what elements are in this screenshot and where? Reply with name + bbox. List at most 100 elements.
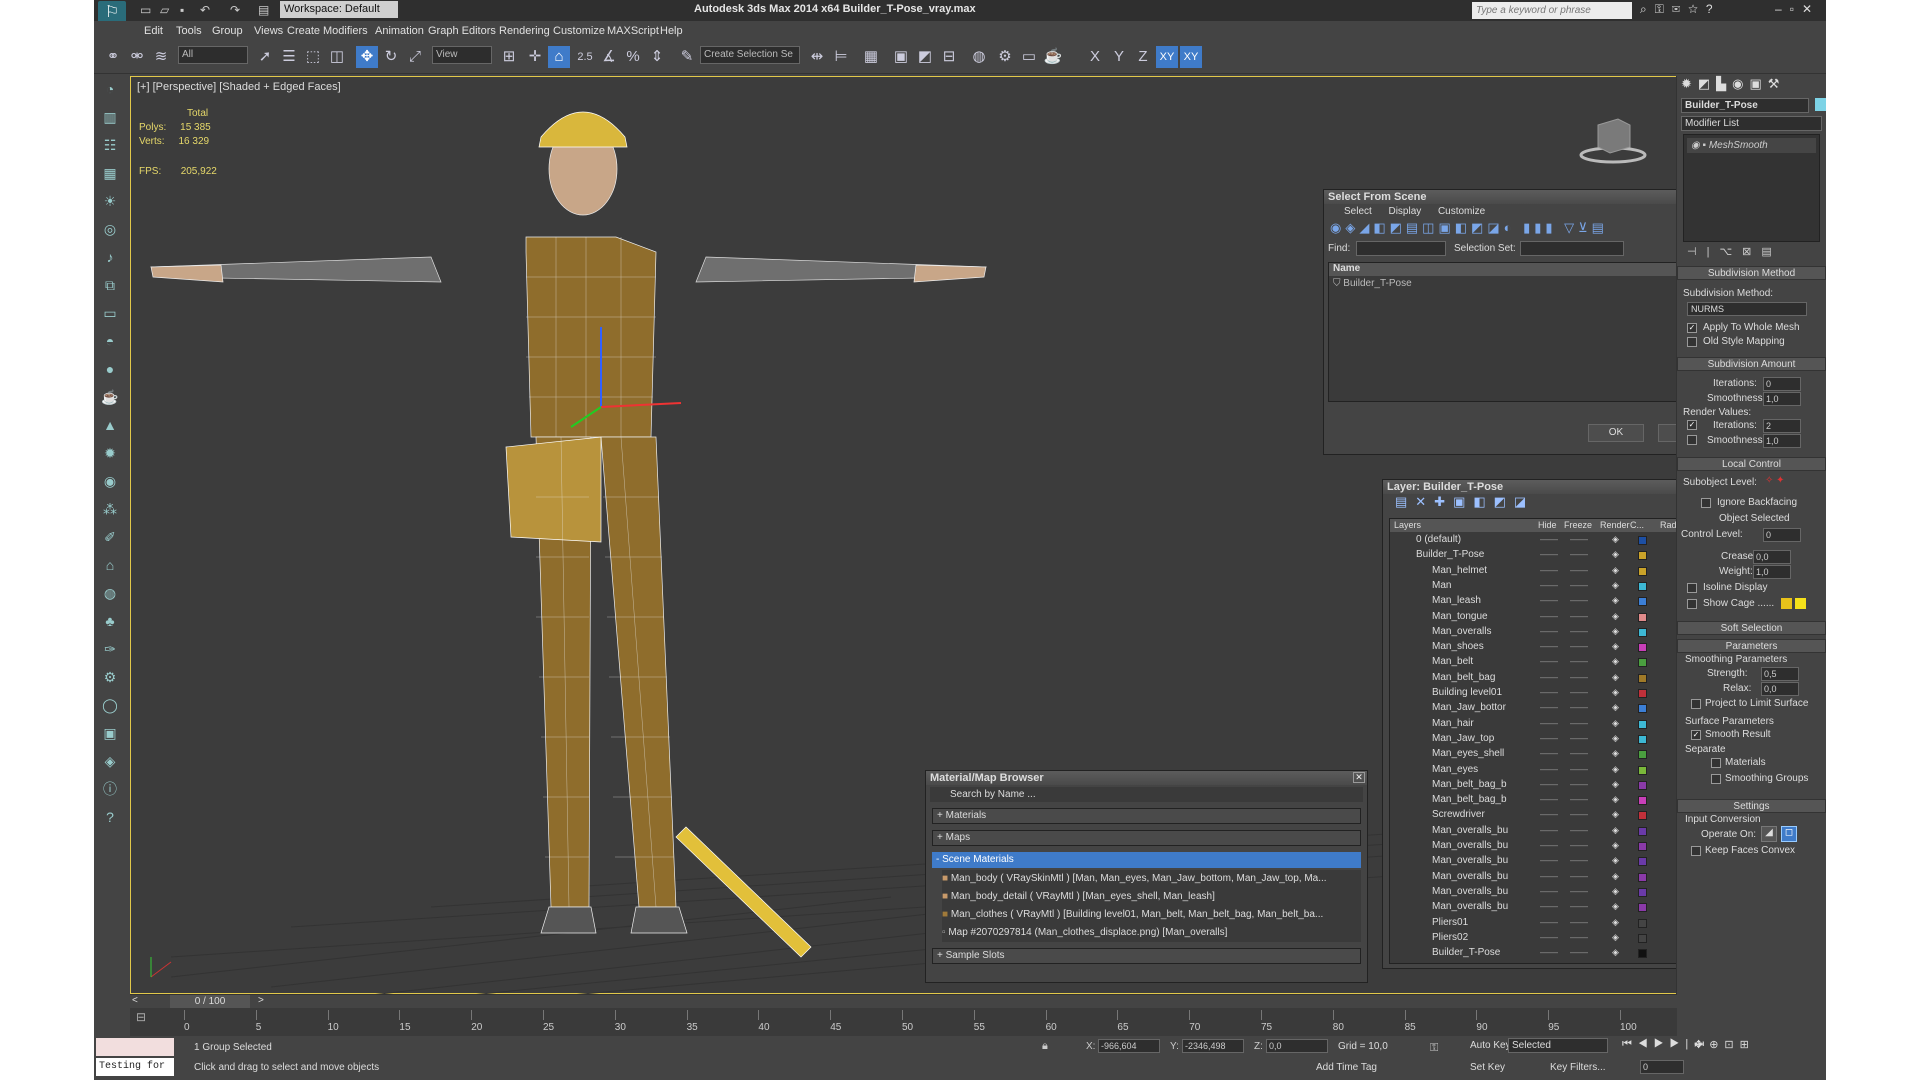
sound-icon[interactable]: ♪ xyxy=(96,244,124,270)
layer-render-icon[interactable]: ◈ xyxy=(1612,595,1619,606)
modifier-list-dropdown[interactable]: Modifier List xyxy=(1681,116,1822,131)
menu-views[interactable]: Views xyxy=(254,25,283,37)
layer-color-swatch[interactable] xyxy=(1638,581,1647,591)
maxscript-listener[interactable] xyxy=(96,1038,174,1056)
strength-spinner[interactable]: 0,5 xyxy=(1761,667,1799,681)
layer-freeze-toggle[interactable]: —— xyxy=(1570,718,1588,728)
layer-hide-toggle[interactable]: —— xyxy=(1540,764,1558,774)
layer-hide-toggle[interactable]: —— xyxy=(1540,580,1558,590)
key-mode-dropdown[interactable]: Selected xyxy=(1508,1038,1608,1053)
snaps-toggle[interactable]: 2.5 xyxy=(574,46,596,68)
layer-freeze-toggle[interactable]: —— xyxy=(1570,733,1588,743)
cage-color-swatch-2[interactable] xyxy=(1795,598,1806,609)
layer-color-swatch[interactable] xyxy=(1638,704,1647,714)
layer-col-render[interactable]: Render xyxy=(1600,520,1630,530)
layer-render-icon[interactable]: ◈ xyxy=(1612,809,1619,820)
layer-color-swatch[interactable] xyxy=(1638,750,1647,760)
mmb-item[interactable]: ▫ Map #2070297814 (Man_clothes_displace.… xyxy=(942,924,1361,942)
layer-hide-toggle[interactable]: —— xyxy=(1540,641,1558,651)
rollout-subdivision-amount[interactable]: Subdivision Amount xyxy=(1677,357,1826,371)
rollout-settings[interactable]: Settings xyxy=(1677,799,1826,813)
layer-hide-toggle[interactable]: —— xyxy=(1540,840,1558,850)
layer-freeze-toggle[interactable]: —— xyxy=(1570,779,1588,789)
mmb-item[interactable]: ■ Man_clothes ( VRayMtl ) [Building leve… xyxy=(942,906,1361,924)
subobject-level-icons[interactable]: ✧ ✦ xyxy=(1765,475,1785,486)
layer-color-swatch[interactable] xyxy=(1638,949,1647,959)
sfs-selset-dropdown[interactable] xyxy=(1520,241,1624,256)
particle-view-icon[interactable]: ▣ xyxy=(96,720,124,746)
rollout-local-control[interactable]: Local Control xyxy=(1677,457,1826,471)
layer-hide-toggle[interactable]: —— xyxy=(1540,809,1558,819)
materials-checkbox[interactable] xyxy=(1711,758,1721,768)
plant-icon[interactable]: ♣ xyxy=(96,608,124,634)
layer-hide-toggle[interactable]: —— xyxy=(1540,733,1558,743)
prev-frame-icon[interactable]: < xyxy=(132,995,138,1006)
render-iterations-checkbox[interactable]: ✓ xyxy=(1687,420,1697,430)
search-input[interactable]: Type a keyword or phrase xyxy=(1472,2,1632,19)
layer-color-swatch[interactable] xyxy=(1638,796,1647,806)
material-editor-icon[interactable]: ◍ xyxy=(968,46,990,68)
apply-whole-checkbox[interactable]: ✓ xyxy=(1687,323,1697,333)
layer-render-icon[interactable]: ◈ xyxy=(1612,871,1619,882)
menu-group[interactable]: Group xyxy=(212,25,243,37)
window-buttons[interactable]: –▫✕ xyxy=(1775,2,1820,16)
workspace-dropdown[interactable]: Workspace: Default xyxy=(280,1,398,18)
bind-spacewarp-icon[interactable]: ≋ xyxy=(150,46,172,68)
layer-render-icon[interactable]: ◈ xyxy=(1612,764,1619,775)
layer-freeze-toggle[interactable]: —— xyxy=(1570,687,1588,697)
viewport-nav-controls[interactable]: ✥⊕⊡⊞ xyxy=(1694,1038,1755,1051)
layer-render-icon[interactable]: ◈ xyxy=(1612,779,1619,790)
mmb-item[interactable]: ■ Man_body_detail ( VRayMtl ) [Man_eyes_… xyxy=(942,888,1361,906)
dome-icon[interactable]: ⌂ xyxy=(96,552,124,578)
maxscript-input[interactable]: Testing for : xyxy=(96,1058,174,1080)
layer-hide-toggle[interactable]: —— xyxy=(1540,565,1558,575)
mmb-close-icon[interactable]: ✕ xyxy=(1353,772,1365,783)
move-icon[interactable]: ✥ xyxy=(356,46,378,68)
layer-freeze-toggle[interactable]: —— xyxy=(1570,840,1588,850)
sfs-menu-select[interactable]: Select xyxy=(1344,206,1372,217)
axis-y-button[interactable]: Y xyxy=(1108,46,1130,68)
layer-render-icon[interactable]: ◈ xyxy=(1612,748,1619,759)
layer-hide-toggle[interactable]: —— xyxy=(1540,672,1558,682)
layer-hide-toggle[interactable]: —— xyxy=(1540,855,1558,865)
layer-render-icon[interactable]: ◈ xyxy=(1612,672,1619,683)
layer-render-icon[interactable]: ◈ xyxy=(1612,825,1619,836)
layer-hide-toggle[interactable]: —— xyxy=(1540,886,1558,896)
layer-color-swatch[interactable] xyxy=(1638,826,1647,836)
ball-icon[interactable]: ◉ xyxy=(96,468,124,494)
spinner-snap-icon[interactable]: ⇕ xyxy=(646,46,668,68)
graphite-icon[interactable]: ▣ xyxy=(890,46,912,68)
sfs-ok-button[interactable]: OK xyxy=(1588,424,1644,442)
sfs-name-header[interactable]: Name xyxy=(1329,263,1736,276)
hemisphere-icon[interactable]: ◓ xyxy=(96,328,124,354)
scene-explorer-icon[interactable]: ▥ xyxy=(96,104,124,130)
info-icon[interactable]: ⓘ xyxy=(96,776,124,802)
layer-freeze-toggle[interactable]: —— xyxy=(1570,764,1588,774)
show-cage-checkbox[interactable] xyxy=(1687,599,1697,609)
layer-freeze-toggle[interactable]: —— xyxy=(1570,794,1588,804)
sfs-list-item[interactable]: ⛉ Builder_T-Pose xyxy=(1329,278,1736,289)
globe-icon[interactable]: ◍ xyxy=(96,580,124,606)
table-icon[interactable]: ▦ xyxy=(96,160,124,186)
orb-icon[interactable]: ◯ xyxy=(96,692,124,718)
mmb-group-sample-slots[interactable]: + Sample Slots xyxy=(932,948,1361,964)
layer-freeze-toggle[interactable]: —— xyxy=(1570,656,1588,666)
menu-edit[interactable]: Edit xyxy=(144,25,163,37)
iterations-spinner[interactable]: 0 xyxy=(1763,377,1801,391)
layer-render-icon[interactable]: ◈ xyxy=(1612,702,1619,713)
sfs-menu-display[interactable]: Display xyxy=(1388,206,1421,217)
layer-hide-toggle[interactable]: —— xyxy=(1540,595,1558,605)
undo-icon[interactable]: ↶ xyxy=(200,3,210,17)
brush-icon[interactable]: ✑ xyxy=(96,636,124,662)
layer-render-icon[interactable]: ◈ xyxy=(1612,917,1619,928)
object-color-swatch[interactable] xyxy=(1815,98,1826,111)
axis-xy-button[interactable]: XY xyxy=(1156,46,1178,68)
layer-color-swatch[interactable] xyxy=(1638,887,1647,897)
isoline-checkbox[interactable] xyxy=(1687,583,1697,593)
crease-spinner[interactable]: 0,0 xyxy=(1753,550,1791,564)
layer-color-swatch[interactable] xyxy=(1638,536,1647,545)
layer-hide-toggle[interactable]: —— xyxy=(1540,917,1558,927)
layer-color-swatch[interactable] xyxy=(1638,643,1647,653)
layer-render-icon[interactable]: ◈ xyxy=(1612,855,1619,866)
select-by-name-icon[interactable]: ☰ xyxy=(278,46,300,68)
